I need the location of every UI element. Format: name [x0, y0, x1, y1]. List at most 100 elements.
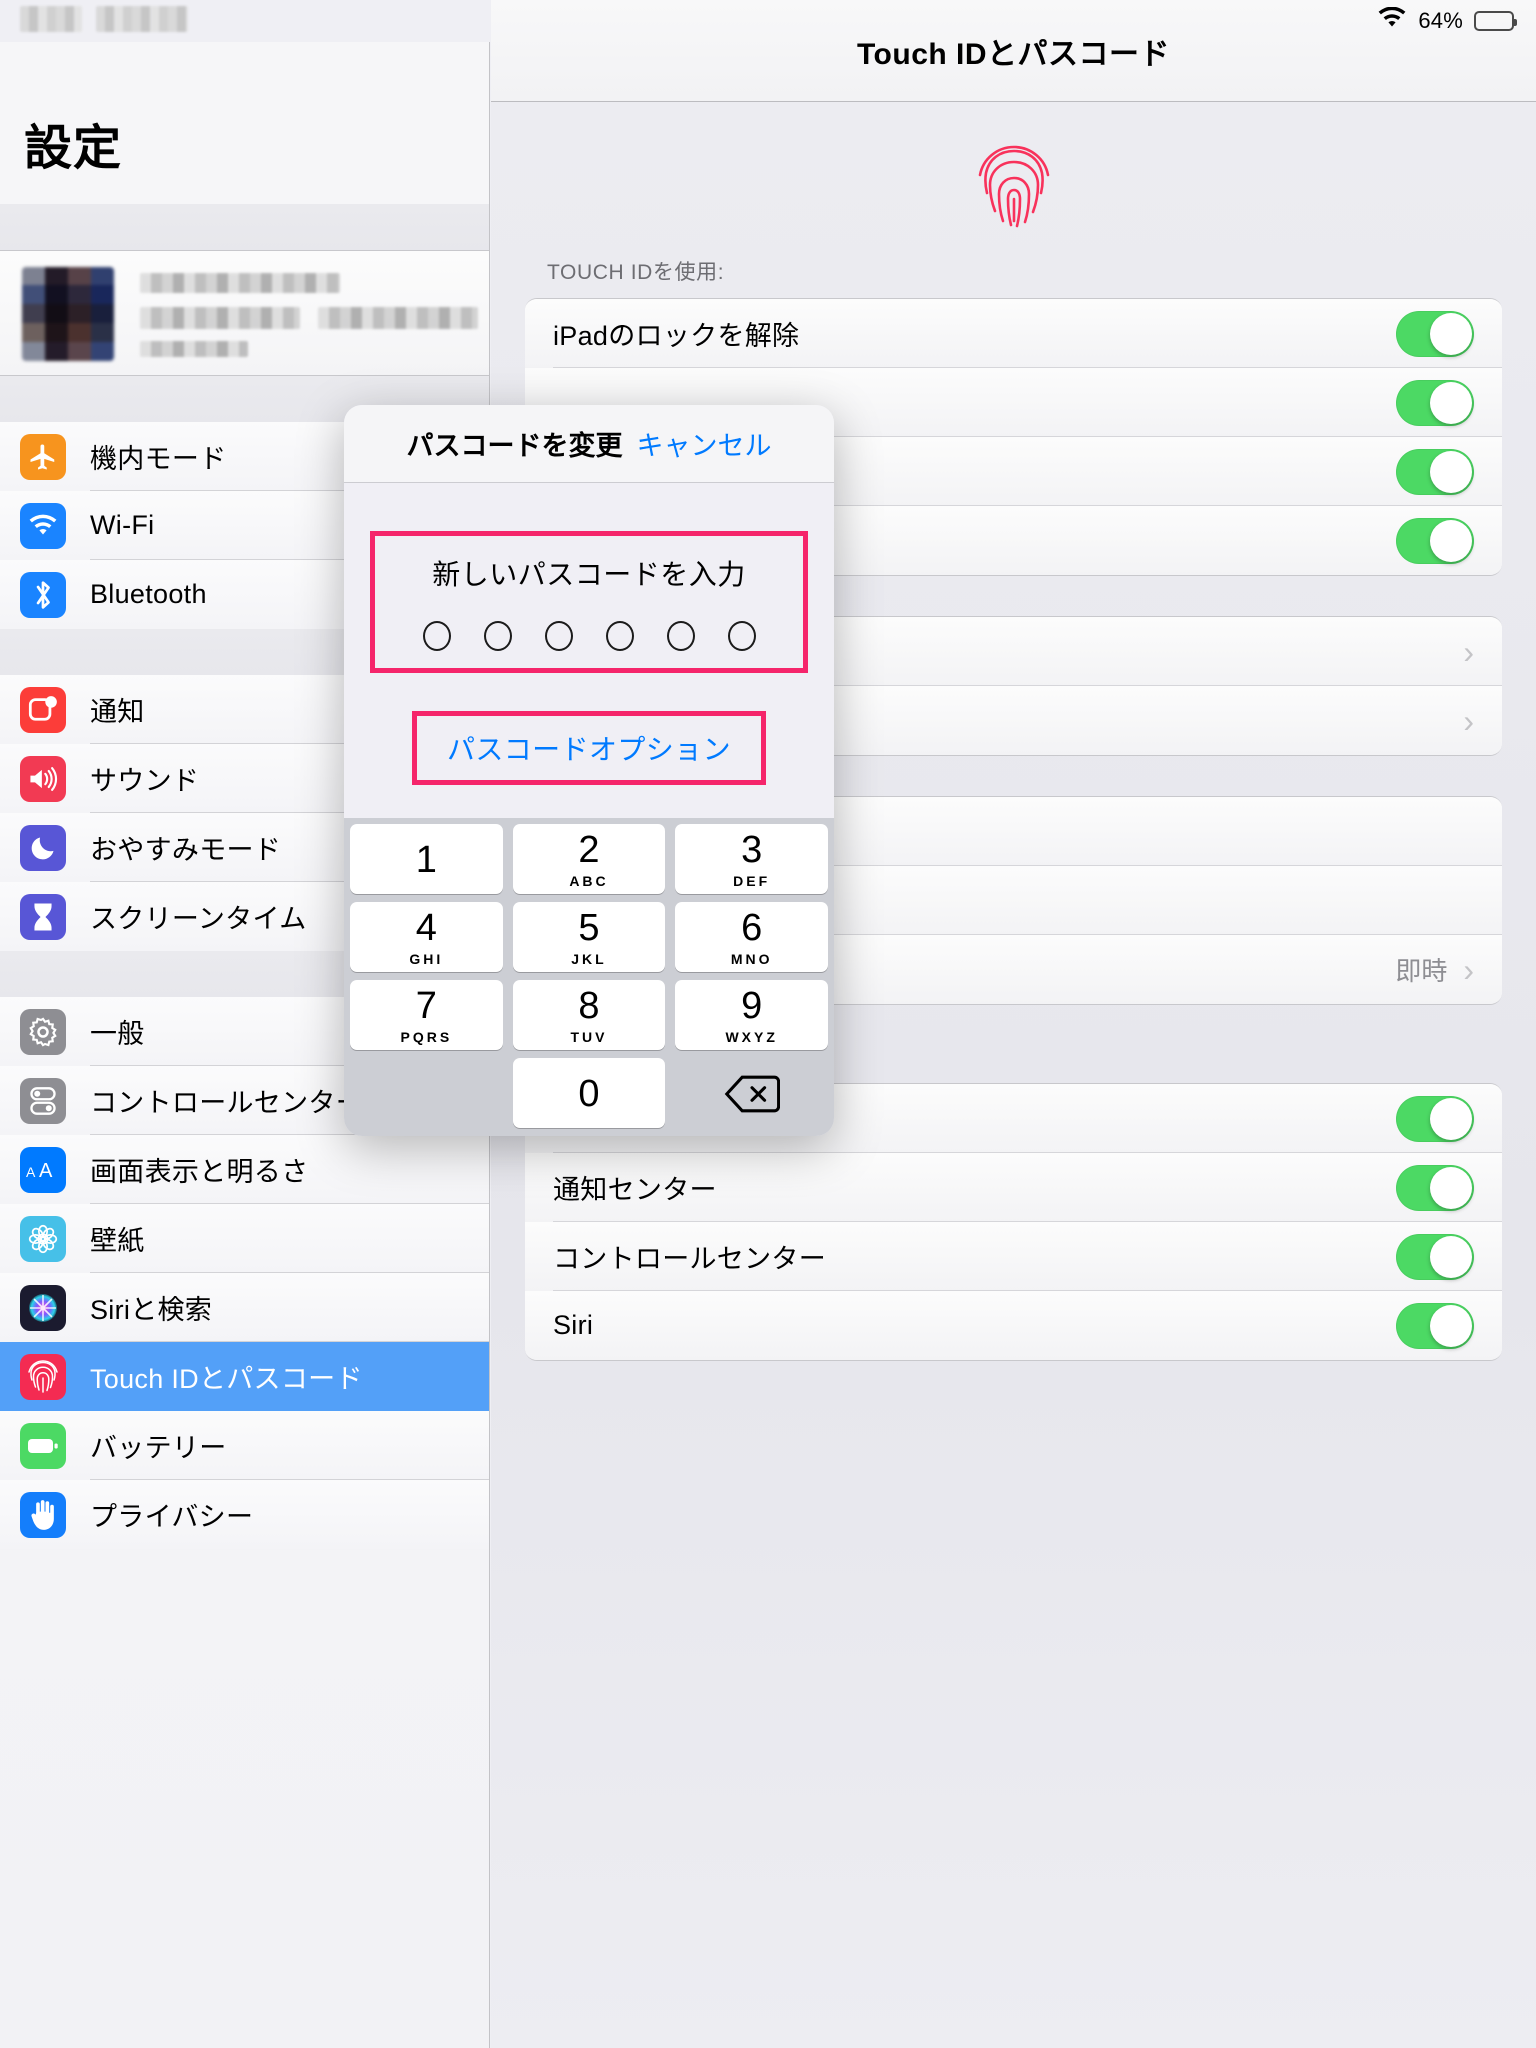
- passcode-dot: [606, 621, 634, 651]
- toggle-knob: [1430, 1098, 1472, 1140]
- numeric-keypad[interactable]: 1 2 ABC 3 DEF 4 GHI 5JKL6MNO 7PQRS 8 TUV 9WXYZ 0: [344, 818, 834, 1136]
- chevron-right-icon: ›: [1463, 705, 1474, 737]
- sidebar-spacer: [0, 204, 489, 250]
- keypad-key-number: 6: [741, 909, 762, 947]
- status-bar-left: [20, 6, 188, 32]
- backspace-icon[interactable]: [675, 1058, 828, 1128]
- fingerprint-graphic: [491, 102, 1536, 220]
- keypad-key-letters: DEF: [733, 873, 770, 889]
- toggle-knob: [1430, 451, 1472, 493]
- keypad-key-letters: TUV: [570, 1029, 607, 1045]
- passcode-options-wrap: パスコードオプション: [344, 711, 834, 785]
- redacted-block-2: [96, 6, 188, 32]
- wifi-icon: [1377, 7, 1407, 34]
- sidebar-item-label: 壁紙: [90, 1219, 145, 1258]
- keypad-key-5[interactable]: 5JKL: [513, 902, 666, 972]
- sidebar-item-touch-id-passcode[interactable]: Touch IDとパスコード: [0, 1342, 489, 1411]
- passcode-dot: [423, 621, 451, 651]
- passcode-dot: [728, 621, 756, 651]
- keypad-key-number: 5: [578, 909, 599, 947]
- chevron-right-icon: ›: [1463, 954, 1474, 986]
- passcode-dot: [667, 621, 695, 651]
- toggle-switch[interactable]: [1396, 311, 1474, 357]
- sidebar-item-label: 機内モード: [90, 437, 227, 476]
- keypad-key-number: 8: [578, 987, 599, 1025]
- sidebar-item-label: バッテリー: [90, 1426, 227, 1465]
- keypad-key-6[interactable]: 6MNO: [675, 902, 828, 972]
- wifi-icon: [20, 503, 66, 549]
- sidebar-item-label: プライバシー: [90, 1495, 253, 1534]
- keypad-key-0[interactable]: 0: [513, 1058, 666, 1128]
- keypad-key-number: 0: [578, 1075, 599, 1113]
- settings-row[interactable]: iPadのロックを解除: [525, 299, 1502, 368]
- airplane-icon: [20, 434, 66, 480]
- toggle-switch[interactable]: [1396, 1165, 1474, 1211]
- flower-icon: [20, 1216, 66, 1262]
- sidebar-item-label: Siriと検索: [90, 1288, 212, 1327]
- toggle-knob: [1430, 1305, 1472, 1347]
- svg-text:A: A: [26, 1164, 36, 1180]
- settings-row-label: コントロールセンター: [553, 1237, 1396, 1276]
- sidebar-item-label: コントロールセンター: [90, 1081, 363, 1120]
- avatar: [22, 267, 114, 361]
- battery-icon: [20, 1423, 66, 1469]
- redacted-block-1: [20, 6, 82, 32]
- siri-icon: [20, 1285, 66, 1331]
- sidebar-item-label: スクリーンタイム: [90, 897, 307, 936]
- profile-subtitle-redacted-1: [140, 307, 300, 329]
- passcode-dot: [484, 621, 512, 651]
- status-bar: 64%: [0, 0, 1536, 42]
- keypad-key-8[interactable]: 8 TUV: [513, 980, 666, 1050]
- sidebar-item-label: Touch IDとパスコード: [90, 1357, 363, 1396]
- keypad-key-2[interactable]: 2 ABC: [513, 824, 666, 894]
- keypad-key-7[interactable]: 7PQRS: [350, 980, 503, 1050]
- keypad-key-3[interactable]: 3 DEF: [675, 824, 828, 894]
- sidebar-item-display-brightness[interactable]: AA画面表示と明るさ: [0, 1135, 489, 1204]
- toggle-switch[interactable]: [1396, 380, 1474, 426]
- keypad-key-number: 4: [416, 909, 437, 947]
- settings-row-value: 即時: [1395, 951, 1447, 988]
- toggle-knob: [1430, 1236, 1472, 1278]
- keypad-key-1[interactable]: 1: [350, 824, 503, 894]
- passcode-options-button[interactable]: パスコードオプション: [447, 734, 731, 765]
- toggle-switch[interactable]: [1396, 1303, 1474, 1349]
- chevron-right-icon: ›: [1463, 636, 1474, 668]
- passcode-options-highlight[interactable]: パスコードオプション: [412, 711, 766, 785]
- toggle-switch[interactable]: [1396, 518, 1474, 564]
- keypad-key-number: 3: [741, 831, 762, 869]
- toggle-switch[interactable]: [1396, 449, 1474, 495]
- keypad-key-9[interactable]: 9WXYZ: [675, 980, 828, 1050]
- status-bar-right: 64%: [1377, 7, 1514, 34]
- battery-icon: [1474, 11, 1514, 31]
- settings-row[interactable]: 通知センター: [525, 1153, 1502, 1222]
- keypad-key-letters: ABC: [569, 873, 608, 889]
- speaker-icon: [20, 756, 66, 802]
- keypad-key-letters: PQRS: [400, 1029, 452, 1045]
- profile-subtitle-redacted-2: [318, 307, 478, 329]
- toggle-knob: [1430, 1167, 1472, 1209]
- moon-icon: [20, 825, 66, 871]
- keypad-key-4[interactable]: 4 GHI: [350, 902, 503, 972]
- settings-row-label: iPadのロックを解除: [553, 314, 1396, 353]
- bluetooth-icon: [20, 572, 66, 618]
- settings-row[interactable]: Siri: [525, 1291, 1502, 1360]
- keypad-key-letters: GHI: [409, 951, 443, 967]
- cancel-button[interactable]: キャンセル: [637, 424, 772, 463]
- keypad-key-number: 9: [741, 987, 762, 1025]
- profile-row[interactable]: [0, 250, 489, 376]
- sidebar-item-label: Bluetooth: [90, 579, 207, 610]
- sidebar-item-privacy[interactable]: プライバシー: [0, 1480, 489, 1549]
- ipad-settings-screen: 64% 設定 機内モードWi-FiBluetooth通知サウンドおやすみモードス…: [0, 0, 1536, 2048]
- sidebar-item-siri-search[interactable]: Siriと検索: [0, 1273, 489, 1342]
- settings-row-label: 通知センター: [553, 1168, 1396, 1207]
- sidebar-item-label: 画面表示と明るさ: [90, 1150, 308, 1189]
- toggle-switch[interactable]: [1396, 1096, 1474, 1142]
- keypad-key-number: 2: [578, 831, 599, 869]
- toggle-switch[interactable]: [1396, 1234, 1474, 1280]
- passcode-prompt: 新しいパスコードを入力: [432, 553, 746, 593]
- sidebar-item-battery[interactable]: バッテリー: [0, 1411, 489, 1480]
- passcode-entry-highlight[interactable]: 新しいパスコードを入力: [370, 531, 808, 673]
- sidebar-item-wallpaper[interactable]: 壁紙: [0, 1204, 489, 1273]
- settings-row[interactable]: コントロールセンター: [525, 1222, 1502, 1291]
- battery-percent-label: 64%: [1418, 8, 1463, 34]
